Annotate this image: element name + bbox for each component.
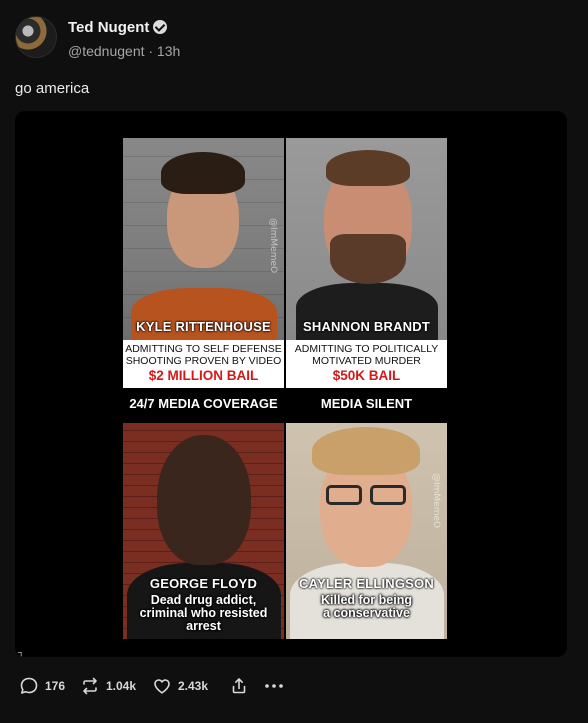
caption-line: ADMITTING TO SELF DEFENSE [125, 343, 282, 355]
post-text: go america [15, 80, 90, 97]
coverage-label-right: MEDIA SILENT [320, 396, 413, 411]
watermark: @ImMemeO [431, 473, 441, 529]
verified-badge-icon [153, 20, 167, 34]
coverage-label-left: 24/7 MEDIA COVERAGE [129, 396, 278, 411]
like-button[interactable]: 2.43k [152, 672, 208, 700]
reply-button[interactable]: 176 [19, 672, 65, 700]
panel-kyle-rittenhouse: @ImMemeO KYLE RITTENHOUSE ADMITTING TO S… [123, 138, 284, 388]
panel-caption: ADMITTING TO SELF DEFENSE SHOOTING PROVE… [123, 340, 284, 388]
caption-line: MOTIVATED MURDER [312, 355, 421, 367]
panel-caption: Killed for being a conservative [286, 594, 447, 620]
panel-name: GEORGE FLOYD [149, 576, 258, 591]
panel-shannon-brandt: SHANNON BRANDT ADMITTING TO POLITICALLY … [286, 138, 447, 388]
repost-button[interactable]: 1.04k [80, 672, 136, 700]
reply-bubble-icon [20, 677, 38, 694]
panel-name: SHANNON BRANDT [302, 319, 431, 334]
panel-caption: ADMITTING TO POLITICALLY MOTIVATED MURDE… [286, 340, 447, 388]
portrait-photo [286, 138, 447, 343]
caption-line: arrest [186, 619, 221, 633]
media-alt-badge[interactable]: ┐ [18, 647, 32, 657]
author-handle-timestamp[interactable]: @tednugent · 13h [68, 43, 180, 59]
share-button[interactable] [229, 672, 249, 700]
like-count: 2.43k [178, 679, 209, 693]
panel-name: CAYLER ELLINGSON [299, 576, 434, 591]
meme-image: @ImMemeO KYLE RITTENHOUSE ADMITTING TO S… [123, 138, 447, 639]
caption-line: SHOOTING PROVEN BY VIDEO [125, 355, 282, 367]
panel-george-floyd: GEORGE FLOYD Dead drug addict, criminal … [123, 423, 284, 639]
caption-line: a conservative [323, 606, 410, 620]
bail-amount: $2 MILLION BAIL [148, 368, 259, 383]
post-actions: 176 1.04k 2.43k [15, 672, 575, 700]
panel-caption: Dead drug addict, criminal who resisted … [123, 594, 284, 633]
watermark: @ImMemeO [268, 218, 278, 274]
more-dots-icon [265, 684, 283, 688]
reply-count: 176 [45, 679, 66, 693]
panel-name: KYLE RITTENHOUSE [136, 319, 271, 334]
panel-cayler-ellingson: @ImMemeO CAYLER ELLINGSON Killed for bei… [286, 423, 447, 639]
repost-count: 1.04k [106, 679, 137, 693]
caption-line: ADMITTING TO POLITICALLY [294, 343, 439, 355]
author-avatar[interactable] [15, 16, 57, 58]
post-media[interactable]: @ImMemeO KYLE RITTENHOUSE ADMITTING TO S… [15, 111, 567, 657]
repost-icon [83, 677, 97, 695]
post-header: Ted Nugent @tednugent · 13h [15, 16, 575, 60]
portrait-photo [123, 138, 284, 348]
bail-amount: $50K BAIL [332, 368, 401, 383]
author-name[interactable]: Ted Nugent [68, 19, 149, 36]
more-options-button[interactable] [263, 672, 285, 700]
share-icon [232, 678, 246, 694]
heart-icon [154, 679, 170, 694]
